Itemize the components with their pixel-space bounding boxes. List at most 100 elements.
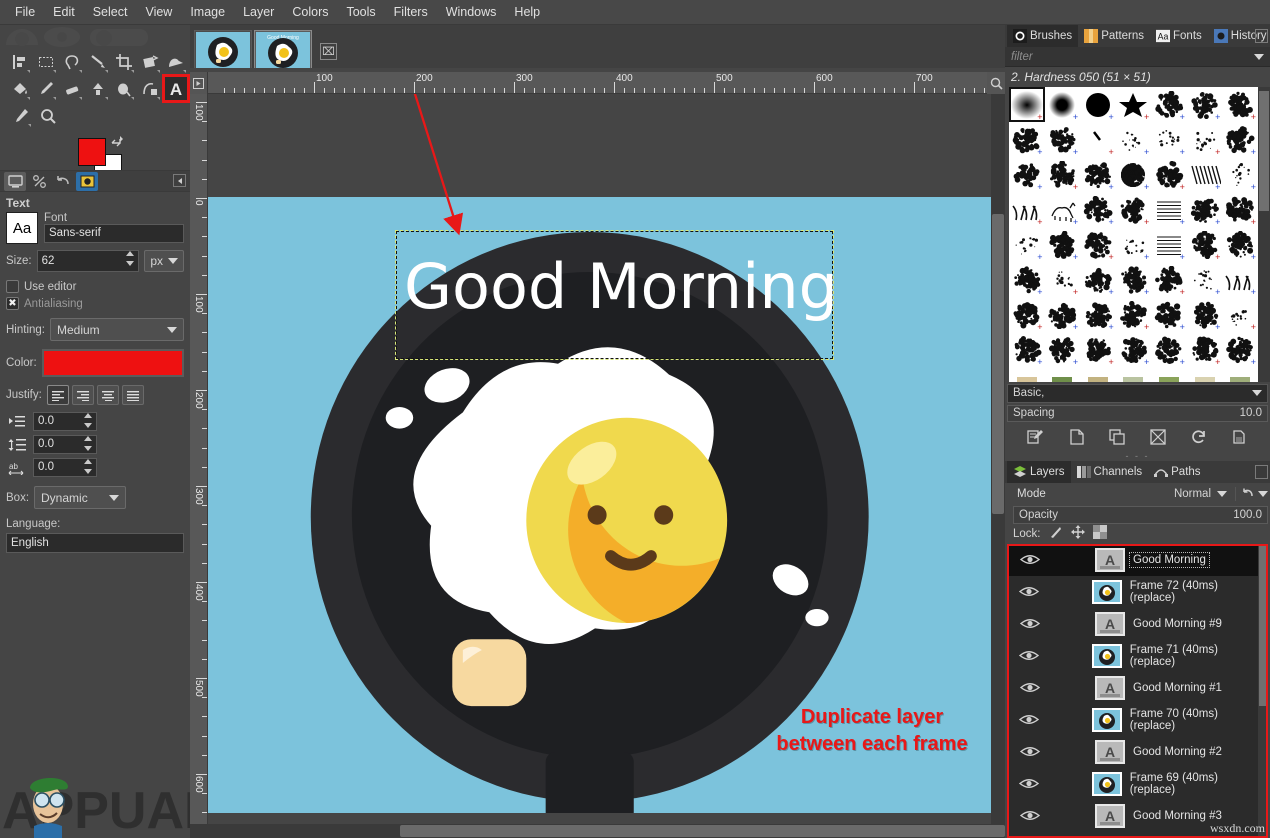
brush-item[interactable]: + [1009, 297, 1045, 332]
clone-tool[interactable] [86, 76, 110, 101]
layer-row[interactable]: Frame 69 (40ms)(replace) [1007, 768, 1258, 800]
layer-visibility-toggle[interactable] [1013, 617, 1047, 630]
lock-position-icon[interactable] [1071, 525, 1085, 542]
brush-item[interactable]: + [1045, 332, 1081, 367]
brush-item[interactable]: + [1116, 87, 1152, 122]
brush-item[interactable]: + [1009, 367, 1045, 382]
brush-item[interactable]: + [1116, 332, 1152, 367]
smudge-tool[interactable] [112, 76, 136, 101]
horizontal-scrollbar[interactable] [190, 824, 1005, 838]
lock-pixels-icon[interactable] [1049, 525, 1063, 542]
layer-name[interactable]: Frame 72 (40ms)(replace) [1122, 580, 1258, 604]
rectangle-select-tool[interactable] [34, 49, 58, 74]
brush-tag-row[interactable]: Basic, [1007, 384, 1268, 403]
canvas-viewport[interactable]: Good Morning Duplicate layer between eac… [208, 94, 991, 824]
layer-visibility-toggle[interactable] [1013, 681, 1047, 694]
brush-item[interactable]: + [1187, 227, 1223, 262]
edit-brush-button[interactable] [1024, 427, 1046, 447]
warp-tool[interactable] [164, 49, 188, 74]
tab-undo-history-icon[interactable] [52, 172, 74, 191]
layer-visibility-toggle[interactable] [1013, 553, 1047, 566]
horizontal-ruler[interactable]: 100200300400500600700 [208, 72, 987, 94]
tab-fonts[interactable]: Aa Fonts [1150, 25, 1208, 47]
brush-item[interactable]: + [1187, 367, 1223, 382]
crop-tool[interactable] [112, 49, 136, 74]
brush-item[interactable]: + [1151, 87, 1187, 122]
layer-row[interactable]: A Good Morning [1007, 544, 1258, 576]
brush-item[interactable]: + [1116, 227, 1152, 262]
brush-item[interactable]: + [1187, 122, 1223, 157]
menu-item-edit[interactable]: Edit [44, 2, 84, 22]
brush-item[interactable]: + [1080, 367, 1116, 382]
tab-device-status-icon[interactable] [28, 172, 50, 191]
hinting-select[interactable]: Medium [50, 318, 184, 341]
letter-spacing-stepper[interactable] [84, 459, 95, 474]
color-picker-tool[interactable] [8, 103, 33, 128]
justify-fill-button[interactable] [122, 385, 144, 405]
layers-scrollbar[interactable] [1258, 544, 1268, 838]
brush-item[interactable]: + [1045, 122, 1081, 157]
brush-item[interactable]: + [1116, 262, 1152, 297]
tab-channels[interactable]: Channels [1071, 461, 1149, 483]
brush-item[interactable]: + [1116, 192, 1152, 227]
swap-colors-icon[interactable] [110, 134, 124, 148]
brush-scrollbar[interactable] [1258, 87, 1270, 382]
menu-item-filters[interactable]: Filters [385, 2, 437, 22]
brush-item[interactable]: + [1187, 157, 1223, 192]
brush-item[interactable]: + [1009, 227, 1045, 262]
brush-item[interactable]: + [1151, 367, 1187, 382]
brush-item[interactable]: + [1080, 122, 1116, 157]
antialiasing-row[interactable]: ✖ Antialiasing [6, 297, 184, 310]
brush-item[interactable]: + [1187, 192, 1223, 227]
layer-name[interactable]: Frame 70 (40ms)(replace) [1122, 708, 1258, 732]
brush-item[interactable]: + [1009, 157, 1045, 192]
canvas-text[interactable]: Good Morning [404, 256, 838, 318]
brush-item[interactable]: + [1151, 157, 1187, 192]
layer-name[interactable]: Good Morning [1130, 553, 1209, 567]
tab-paths[interactable]: Paths [1148, 461, 1206, 483]
free-select-tool[interactable] [60, 49, 84, 74]
layer-visibility-toggle[interactable] [1013, 649, 1046, 662]
brush-item[interactable]: + [1009, 87, 1045, 122]
menu-item-layer[interactable]: Layer [234, 2, 283, 22]
brush-item[interactable]: + [1045, 157, 1081, 192]
brush-item[interactable]: + [1222, 332, 1258, 367]
brush-item[interactable]: + [1222, 157, 1258, 192]
menu-item-help[interactable]: Help [505, 2, 549, 22]
paintbrush-tool[interactable] [34, 76, 58, 101]
ruler-origin-button[interactable] [190, 72, 208, 94]
layer-name[interactable]: Good Morning #3 [1125, 810, 1222, 822]
brush-item[interactable]: + [1151, 262, 1187, 297]
brush-item[interactable]: + [1151, 332, 1187, 367]
layer-row[interactable]: A Good Morning #1 [1007, 672, 1258, 704]
align-tool[interactable] [8, 49, 32, 74]
brush-item[interactable]: + [1116, 122, 1152, 157]
brush-item[interactable]: + [1080, 157, 1116, 192]
justify-right-button[interactable] [72, 385, 94, 405]
image-tab-1[interactable] [194, 30, 252, 72]
brush-item[interactable]: + [1187, 87, 1223, 122]
brush-item[interactable]: + [1045, 262, 1081, 297]
brush-item[interactable]: + [1009, 122, 1045, 157]
tab-brushes[interactable]: Brushes [1007, 25, 1078, 47]
brush-item[interactable]: + [1045, 227, 1081, 262]
brush-item[interactable]: + [1116, 157, 1152, 192]
layer-name[interactable]: Good Morning #2 [1125, 746, 1222, 758]
refresh-brushes-button[interactable] [1188, 427, 1210, 447]
brush-item[interactable]: + [1187, 332, 1223, 367]
layer-visibility-toggle[interactable] [1013, 713, 1046, 726]
language-input[interactable]: English [6, 533, 184, 553]
indent-stepper[interactable] [84, 413, 95, 428]
brush-item[interactable]: + [1045, 367, 1081, 382]
layer-row[interactable]: Frame 70 (40ms)(replace) [1007, 704, 1258, 736]
brush-item[interactable]: + [1222, 297, 1258, 332]
brush-item[interactable]: + [1151, 122, 1187, 157]
justify-center-button[interactable] [97, 385, 119, 405]
brush-item[interactable]: + [1187, 297, 1223, 332]
zoom-image-button[interactable] [987, 72, 1005, 94]
duplicate-brush-button[interactable] [1106, 427, 1128, 447]
layer-row[interactable]: A Good Morning #2 [1007, 736, 1258, 768]
horizontal-scrollbar-thumb[interactable] [400, 825, 1005, 837]
brush-item[interactable]: + [1080, 87, 1116, 122]
brush-item[interactable]: + [1080, 297, 1116, 332]
